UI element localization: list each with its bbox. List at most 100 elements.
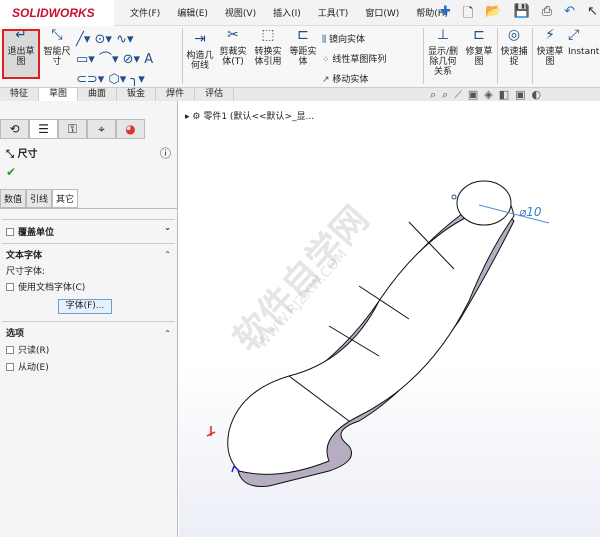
arc-icon[interactable]: ⌒▾ (99, 52, 119, 67)
use-doc-font-checkbox[interactable] (6, 283, 14, 291)
instant2d-icon: ⤢ (568, 27, 580, 43)
select-icon[interactable]: ↖ (587, 4, 598, 26)
override-units-checkbox[interactable] (6, 228, 14, 236)
print-icon[interactable]: ⎙ (542, 4, 552, 26)
smart-dimension-label: 智能尺寸 (43, 47, 71, 67)
feature-tree-tab-icon[interactable]: ⟲ (0, 119, 29, 139)
mirror-button[interactable]: ⫼ 镜向实体 (322, 30, 422, 50)
line-icon[interactable]: ╱▾ (76, 32, 90, 47)
read-only-checkbox[interactable] (6, 346, 14, 354)
part-model[interactable]: ⌀10 (179, 101, 600, 537)
menu-file[interactable]: 文件(F) (130, 6, 160, 19)
move-button[interactable]: ↗ 移动实体 (322, 70, 422, 90)
exit-sketch-label: 退出草图 (7, 47, 35, 67)
tab-weldments[interactable]: 焊件 (156, 88, 196, 101)
options-section: 选项 ⌃ 只读(R) 从动(E) (2, 321, 175, 381)
pattern-label: 线性草图阵列 (332, 55, 387, 65)
ok-check-icon[interactable]: ✔ (6, 165, 16, 179)
origin-axis-icon (206, 426, 216, 437)
quick-access: ✚ 🗋 📂 💾 ⎙ ↶ ↖ (440, 4, 598, 26)
ellipse-icon[interactable]: ⊘▾ (123, 52, 140, 67)
rapid-sketch-button[interactable]: ⚡ 快速草图 (534, 28, 566, 67)
construction-geometry-button[interactable]: ⇥ 构造几何线 (186, 32, 214, 71)
offset-label: 等距实体 (289, 47, 317, 67)
property-manager-tab-icon[interactable]: ☰ (29, 119, 58, 139)
spline-icon[interactable]: ∿▾ (116, 32, 133, 47)
sketch-point[interactable] (451, 194, 457, 200)
sub-tabs: 数值 引线 其它 (0, 189, 178, 209)
relations-button[interactable]: ⊥ 显示/删除几何关系 (426, 28, 460, 77)
config-tab-icon[interactable]: ⚿ (58, 119, 87, 139)
move-label: 移动实体 (332, 75, 369, 85)
panel-header: ⤡ 尺寸 (6, 145, 37, 160)
sketch-tools-grid: ╱▾ ⊙▾ ∿▾ ▭▾ ⌒▾ ⊘▾ A ⊂⊃▾ ⬡▾ ╮▾ (76, 30, 180, 90)
options-heading: 选项 (6, 329, 25, 339)
font-button[interactable]: 字体(F)... (58, 299, 112, 314)
rectangle-icon[interactable]: ▭▾ (76, 52, 95, 67)
top-face (227, 182, 515, 475)
tab-sketch[interactable]: 草图 (39, 88, 79, 101)
text-icon[interactable]: A (144, 52, 153, 67)
view-toolbar[interactable]: ⌕⌕⟋▣◈◧▣◐ (430, 88, 547, 102)
dimxpert-tab-icon[interactable]: ⌖ (87, 119, 116, 139)
tab-evaluate[interactable]: 评估 (195, 88, 235, 101)
text-font-section: 文本字体 ⌃ 尺寸字体: 使用文档字体(C) 字体(F)... (2, 243, 175, 321)
read-only-row[interactable]: 只读(R) (6, 343, 171, 360)
title-bar: SOLIDWORKS 文件(F) 编辑(E) 视图(V) 插入(I) 工具(T)… (0, 0, 600, 26)
offset-button[interactable]: ⊏ 等距实体 (288, 27, 318, 67)
tab-leaders[interactable]: 引线 (26, 189, 53, 208)
convert-label: 转换实体引用 (254, 47, 282, 67)
tab-surfaces[interactable]: 曲面 (78, 88, 118, 101)
solidworks-logo: SOLIDWORKS (0, 0, 114, 26)
offset-icon: ⊏ (297, 27, 309, 43)
tab-sheet-metal[interactable]: 钣金 (117, 88, 157, 101)
convert-entities-button[interactable]: ⬚ 转换实体引用 (252, 27, 284, 67)
panel-title: 尺寸 (17, 149, 38, 160)
quick-snap-icon: ◎ (507, 27, 521, 43)
repair-icon: ⊏ (473, 27, 485, 43)
tab-value[interactable]: 数值 (0, 189, 27, 208)
trim-button[interactable]: ✂ 剪裁实体(T) (218, 28, 248, 67)
save-icon[interactable]: 💾 (514, 4, 530, 26)
menu-edit[interactable]: 编辑(E) (177, 6, 208, 19)
exit-sketch[interactable]: ↵ 退出草图 (4, 28, 38, 67)
menu-window[interactable]: 窗口(W) (365, 6, 399, 19)
quick-snap-button[interactable]: ◎ 快速捕捉 (499, 27, 529, 67)
driven-checkbox[interactable] (6, 363, 14, 371)
tab-features[interactable]: 特征 (0, 88, 40, 101)
instant2d-button[interactable]: ⤢ Instant2D (568, 27, 600, 57)
undo-icon[interactable]: ↶ (564, 4, 575, 26)
pin-icon[interactable]: ✚ (440, 4, 451, 26)
convert-icon: ⬚ (261, 27, 275, 43)
driven-row[interactable]: 从动(E) (6, 360, 171, 377)
graphics-area[interactable]: ▸ ⚙ 零件1 (默认<<默认>_显... 软件自学网 WWW.RJZXW.CO… (179, 101, 600, 537)
menu-view[interactable]: 视图(V) (225, 6, 256, 19)
display-tab-icon[interactable]: ◕ (116, 119, 145, 139)
smart-dimension-button[interactable]: ⤡ 智能尺寸 (42, 28, 72, 67)
use-doc-font-label: 使用文档字体(C) (18, 283, 86, 293)
read-only-label: 只读(R) (18, 346, 50, 356)
driven-label: 从动(E) (18, 363, 49, 373)
fillet-icon[interactable]: ╮▾ (130, 72, 144, 87)
use-doc-font-row[interactable]: 使用文档字体(C) (6, 280, 171, 296)
polygon-icon[interactable]: ⬡▾ (108, 72, 126, 87)
slot-icon[interactable]: ⊂⊃▾ (76, 72, 104, 87)
new-icon[interactable]: 🗋 (463, 4, 473, 26)
chevron-up-icon[interactable]: ⌃ (164, 247, 171, 263)
menu-tools[interactable]: 工具(T) (318, 6, 349, 19)
chevron-down-icon[interactable]: ⌄ (164, 223, 171, 232)
open-icon[interactable]: 📂 (485, 4, 501, 26)
help-icon[interactable]: ⓘ (160, 145, 171, 161)
tab-other[interactable]: 其它 (52, 189, 79, 208)
relations-label: 显示/删除几何关系 (427, 47, 459, 77)
circle-icon[interactable]: ⊙▾ (95, 32, 112, 47)
end-circle (456, 180, 512, 226)
pattern-button[interactable]: ⁘ 线性草图阵列 (322, 50, 422, 70)
dimension-text[interactable]: ⌀10 (519, 205, 542, 219)
chevron-up-icon[interactable]: ⌃ (164, 325, 171, 342)
text-font-heading: 文本字体 (6, 251, 43, 261)
menu-insert[interactable]: 插入(I) (273, 6, 301, 19)
rapid-sketch-label: 快速草图 (536, 47, 564, 67)
repair-sketch-button[interactable]: ⊏ 修复草图 (464, 27, 494, 67)
trim-label: 剪裁实体(T) (219, 47, 247, 67)
